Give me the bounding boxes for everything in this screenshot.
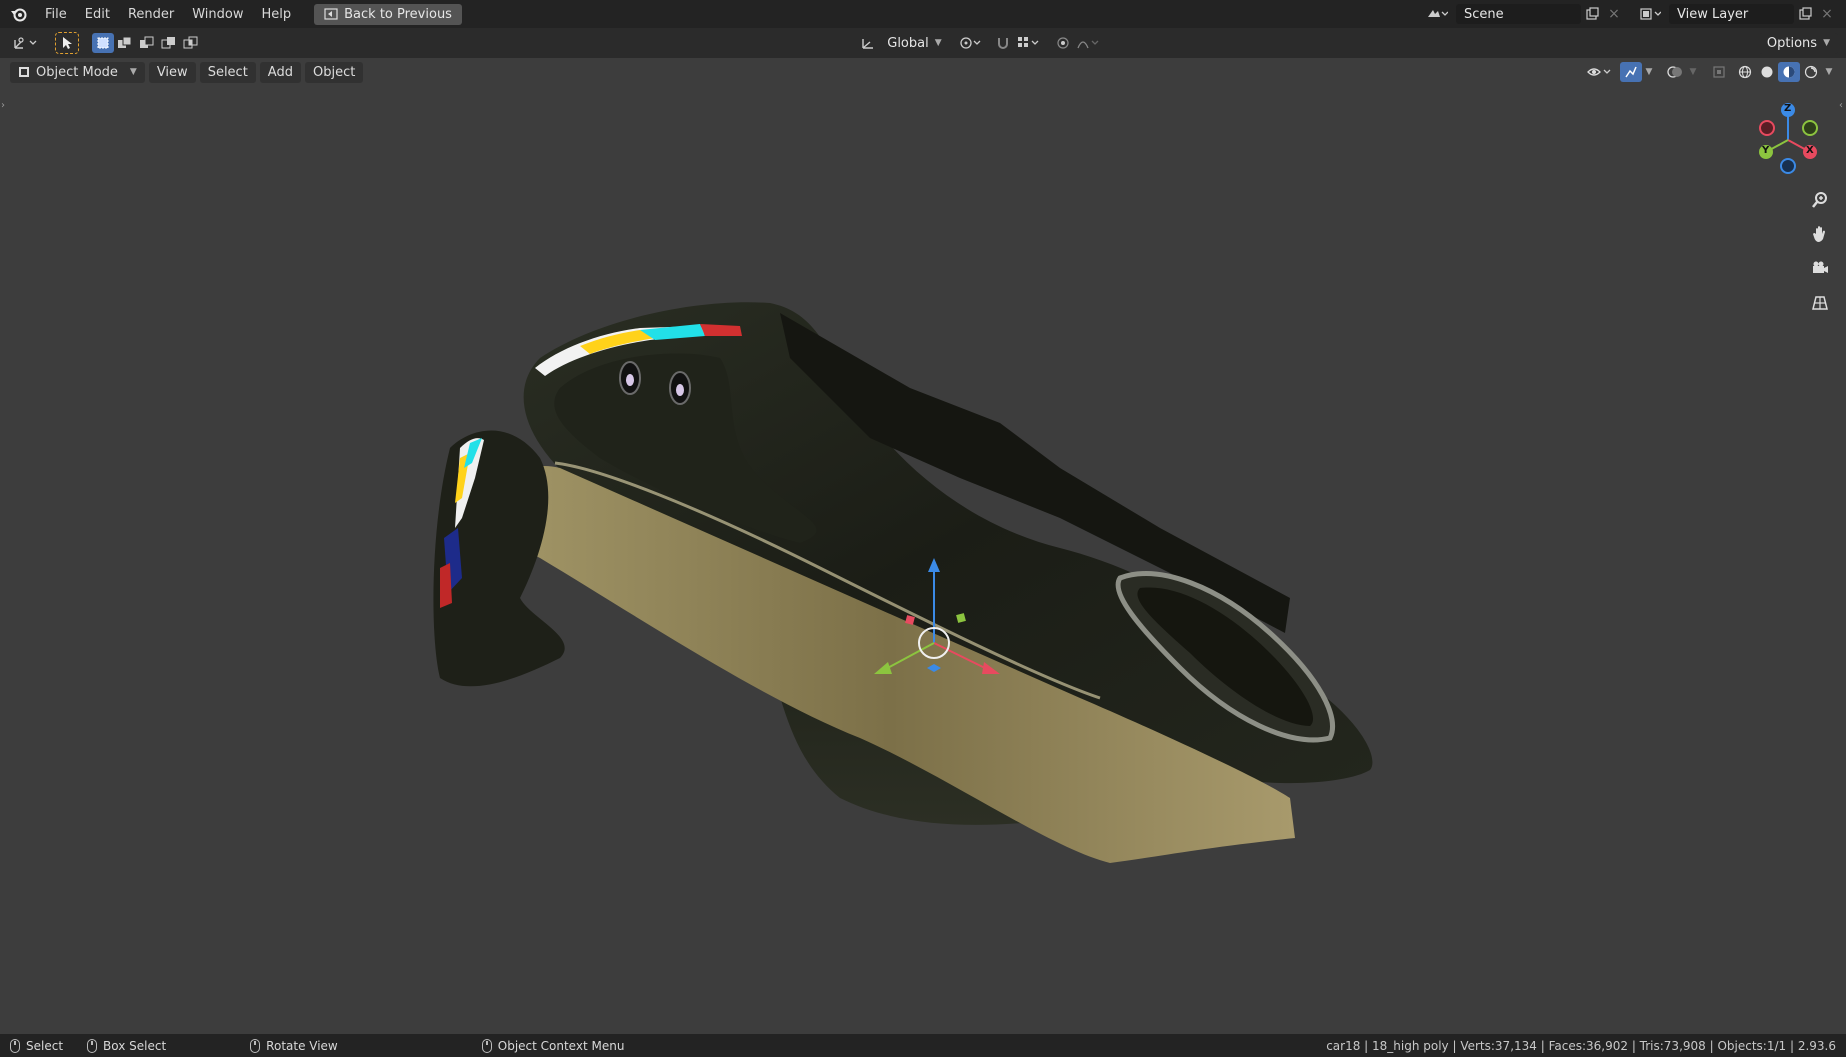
- tool-header: Global ▼ Options ▼: [0, 28, 1846, 58]
- select-extend-mode-icon[interactable]: [114, 33, 136, 53]
- overlay-options-icon[interactable]: ▼: [1686, 62, 1700, 82]
- shading-options-icon[interactable]: ▼: [1822, 62, 1836, 82]
- transform-orientation-icon[interactable]: [857, 33, 879, 53]
- rendered-shading-icon[interactable]: [1800, 62, 1822, 82]
- gizmo-y-label: Y: [1762, 145, 1770, 156]
- gizmo-x-label: X: [1806, 145, 1814, 156]
- wireframe-shading-icon[interactable]: [1734, 62, 1756, 82]
- new-view-layer-icon[interactable]: [1794, 4, 1816, 24]
- neg-z-axis-icon[interactable]: [1780, 158, 1796, 174]
- left-panel-toggle-icon[interactable]: ›: [1, 100, 5, 111]
- select-new-mode-icon[interactable]: [92, 33, 114, 53]
- transform-gizmo[interactable]: [854, 548, 1014, 708]
- gizmo-z-label: Z: [1784, 103, 1792, 114]
- editor-type-icon[interactable]: [8, 33, 42, 53]
- x-axis-arrow-icon[interactable]: [982, 662, 1000, 674]
- neg-y-axis-icon[interactable]: [1802, 120, 1818, 136]
- middle-mouse-icon: [250, 1038, 261, 1053]
- y-axis-arrow-icon[interactable]: [874, 662, 892, 674]
- right-mouse-icon: [481, 1038, 492, 1053]
- transform-orientation-value: Global: [887, 35, 929, 51]
- falloff-curve-icon[interactable]: [1074, 33, 1104, 53]
- view-layer-name: View Layer: [1677, 6, 1749, 22]
- select-intersect-mode-icon[interactable]: [180, 33, 202, 53]
- options-dropdown[interactable]: Options ▼: [1758, 32, 1838, 54]
- menu-help[interactable]: Help: [253, 4, 301, 25]
- status-box-select-label: Box Select: [103, 1038, 167, 1053]
- menu-add[interactable]: Add: [259, 61, 301, 83]
- menu-object[interactable]: Object: [304, 61, 364, 83]
- camera-view-icon[interactable]: [1806, 254, 1834, 282]
- chevron-down-icon: ▼: [129, 67, 137, 77]
- status-context-menu-label: Object Context Menu: [497, 1038, 625, 1053]
- scene-selector-icon[interactable]: [1422, 4, 1452, 24]
- chevron-down-icon: ▼: [934, 38, 942, 48]
- object-mode-icon: [19, 67, 29, 77]
- back-to-previous-button[interactable]: Back to Previous: [314, 3, 462, 25]
- menu-select[interactable]: Select: [199, 61, 256, 83]
- show-gizmo-icon[interactable]: [1620, 62, 1642, 82]
- scene-name: Scene: [1464, 6, 1504, 22]
- mode-label: Object Mode: [36, 64, 118, 80]
- solid-shading-icon[interactable]: [1756, 62, 1778, 82]
- view-layer-selector-icon[interactable]: [1635, 4, 1665, 24]
- navigation-gizmo[interactable]: Z X Y: [1748, 100, 1828, 180]
- menu-window[interactable]: Window: [183, 4, 252, 25]
- delete-scene-icon[interactable]: ×: [1603, 4, 1625, 24]
- right-panel-toggle-icon[interactable]: ‹: [1839, 100, 1843, 111]
- status-context-menu: Object Context Menu: [481, 1038, 625, 1053]
- left-drag-mouse-icon: [87, 1038, 98, 1053]
- material-preview-shading-icon[interactable]: [1778, 62, 1800, 82]
- status-rotate-view-label: Rotate View: [266, 1038, 338, 1053]
- car-model-render[interactable]: [0, 58, 1846, 1034]
- pan-view-icon[interactable]: [1806, 220, 1834, 248]
- snap-toggle-icon[interactable]: [992, 33, 1014, 53]
- chevron-down-icon: ▼: [1823, 38, 1830, 48]
- z-axis-arrow-icon[interactable]: [928, 558, 940, 572]
- xray-toggle-icon[interactable]: [1708, 62, 1730, 82]
- delete-view-layer-icon[interactable]: ×: [1816, 4, 1838, 24]
- proportional-editing-icon[interactable]: [1052, 33, 1074, 53]
- menu-view[interactable]: View: [148, 61, 196, 83]
- menu-file[interactable]: File: [36, 4, 76, 25]
- pivot-point-icon[interactable]: [956, 33, 986, 53]
- back-to-previous-label: Back to Previous: [344, 6, 452, 22]
- menu-render[interactable]: Render: [119, 4, 183, 25]
- select-difference-mode-icon[interactable]: [158, 33, 180, 53]
- transform-orientation-dropdown[interactable]: Global ▼: [879, 33, 949, 54]
- mode-dropdown[interactable]: Object Mode ▼: [10, 61, 145, 83]
- status-rotate-view: Rotate View: [250, 1038, 338, 1053]
- status-select-label: Select: [26, 1038, 64, 1053]
- status-select: Select: [10, 1038, 64, 1053]
- select-subtract-mode-icon[interactable]: [136, 33, 158, 53]
- 3d-viewport[interactable]: Z X Y › ‹: [0, 58, 1846, 1034]
- top-bar: File Edit Render Window Help Back to Pre…: [0, 0, 1846, 28]
- orthographic-toggle-icon[interactable]: [1806, 288, 1834, 316]
- back-icon: [324, 8, 338, 20]
- viewport-header: Object Mode ▼ View Select Add Object ▼ ▼…: [0, 58, 1846, 86]
- view-layer-field[interactable]: View Layer: [1669, 4, 1794, 24]
- options-label: Options: [1766, 35, 1818, 51]
- new-scene-icon[interactable]: [1581, 4, 1603, 24]
- status-box-select: Box Select: [87, 1038, 167, 1053]
- status-bar: Select Box Select Rotate View Object Con…: [0, 1034, 1846, 1057]
- blender-logo-icon[interactable]: [8, 3, 30, 25]
- neg-x-axis-icon[interactable]: [1759, 120, 1775, 136]
- gizmo-options-icon[interactable]: ▼: [1642, 62, 1656, 82]
- zoom-view-icon[interactable]: [1806, 186, 1834, 214]
- menu-edit[interactable]: Edit: [76, 4, 119, 25]
- show-overlays-icon[interactable]: [1664, 62, 1686, 82]
- left-mouse-icon: [10, 1038, 20, 1053]
- select-tool-icon[interactable]: [55, 32, 79, 54]
- visibility-selectability-icon[interactable]: [1584, 62, 1614, 82]
- scene-field[interactable]: Scene: [1456, 4, 1581, 24]
- snap-target-icon[interactable]: [1014, 33, 1044, 53]
- scene-statistics: car18 | 18_high poly | Verts:37,134 | Fa…: [1326, 1038, 1836, 1053]
